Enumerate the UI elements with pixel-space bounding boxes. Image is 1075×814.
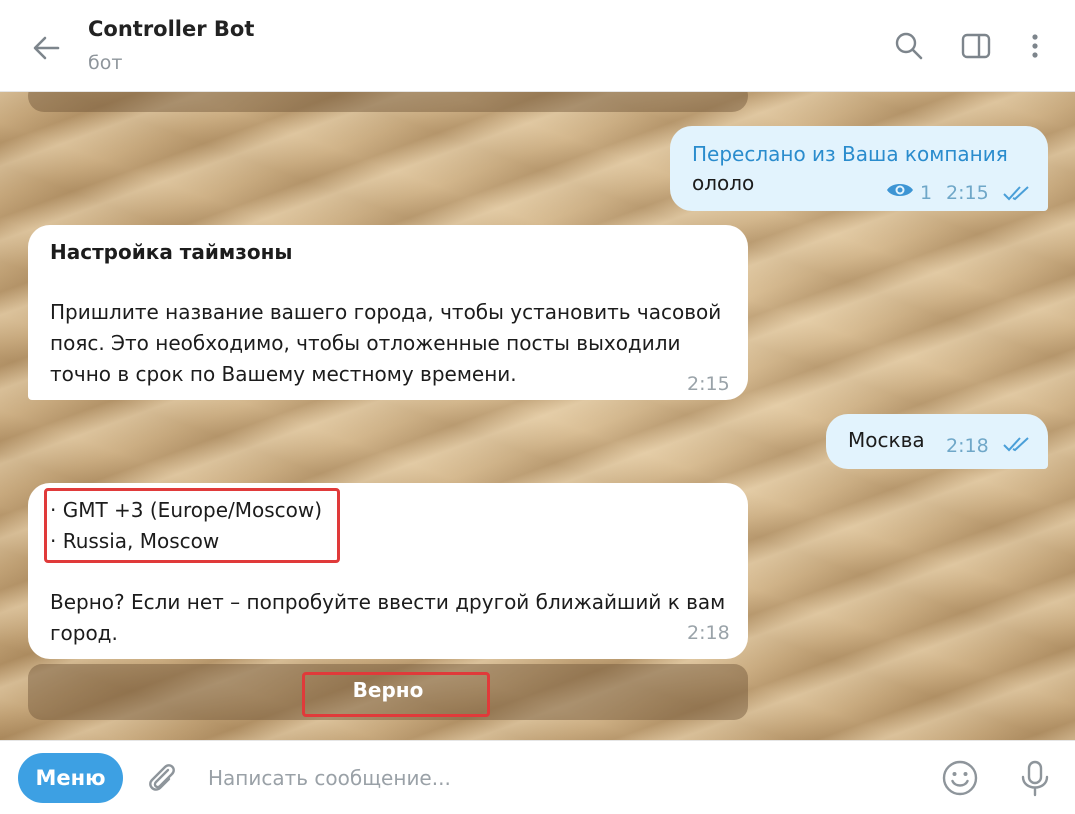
chat-area[interactable]: Переслано из Ваша компания ололо 1 2:15 … bbox=[0, 92, 1075, 740]
message-text: ололо bbox=[692, 171, 755, 195]
read-checkmarks-icon bbox=[1003, 186, 1029, 201]
message-line: Пришлите название вашего города, чтобы у… bbox=[50, 300, 722, 324]
sidebar-toggle-icon[interactable] bbox=[960, 30, 992, 62]
forwarded-from-label[interactable]: Переслано из Ваша компания bbox=[692, 139, 1008, 170]
message-time: 2:15 bbox=[687, 373, 730, 395]
chat-subtitle: бот bbox=[88, 52, 123, 74]
more-vertical-icon[interactable] bbox=[1019, 30, 1051, 62]
highlight-box-timezone bbox=[44, 488, 340, 563]
read-checkmarks-icon bbox=[1003, 437, 1029, 452]
city-message[interactable]: Москва 2:18 bbox=[826, 414, 1048, 469]
message-heading: Настройка таймзоны bbox=[50, 240, 293, 264]
message-input[interactable] bbox=[190, 759, 890, 797]
highlight-box-button bbox=[302, 672, 490, 717]
attach-paperclip-icon[interactable] bbox=[142, 759, 180, 797]
emoji-icon[interactable] bbox=[941, 759, 979, 797]
back-arrow-icon[interactable] bbox=[28, 30, 64, 66]
message-line: город. bbox=[50, 621, 118, 645]
forwarded-message[interactable]: Переслано из Ваша компания ололо 1 2:15 bbox=[670, 126, 1048, 211]
chat-header: Controller Bot бот bbox=[0, 0, 1075, 92]
message-line: пояс. Это необходимо, чтобы отложенные п… bbox=[50, 331, 681, 355]
views-count: 1 bbox=[920, 182, 933, 204]
menu-button[interactable]: Меню bbox=[18, 753, 123, 803]
microphone-icon[interactable] bbox=[1016, 759, 1054, 797]
message-time: 2:15 bbox=[946, 182, 989, 204]
search-icon[interactable] bbox=[893, 30, 925, 62]
previous-keyboard-row bbox=[28, 92, 748, 112]
timezone-setup-message[interactable]: Настройка таймзоны Пришлите название ваш… bbox=[28, 225, 748, 400]
chat-title[interactable]: Controller Bot bbox=[88, 17, 254, 41]
message-line: Верно? Если нет – попробуйте ввести друг… bbox=[50, 590, 726, 614]
message-time: 2:18 bbox=[687, 622, 730, 644]
views-eye-icon bbox=[887, 184, 913, 196]
message-line: точно в срок по Вашему местному времени. bbox=[50, 362, 517, 386]
message-text: Москва bbox=[848, 428, 925, 452]
composer-bar: Меню bbox=[0, 740, 1075, 814]
message-time: 2:18 bbox=[946, 435, 989, 457]
